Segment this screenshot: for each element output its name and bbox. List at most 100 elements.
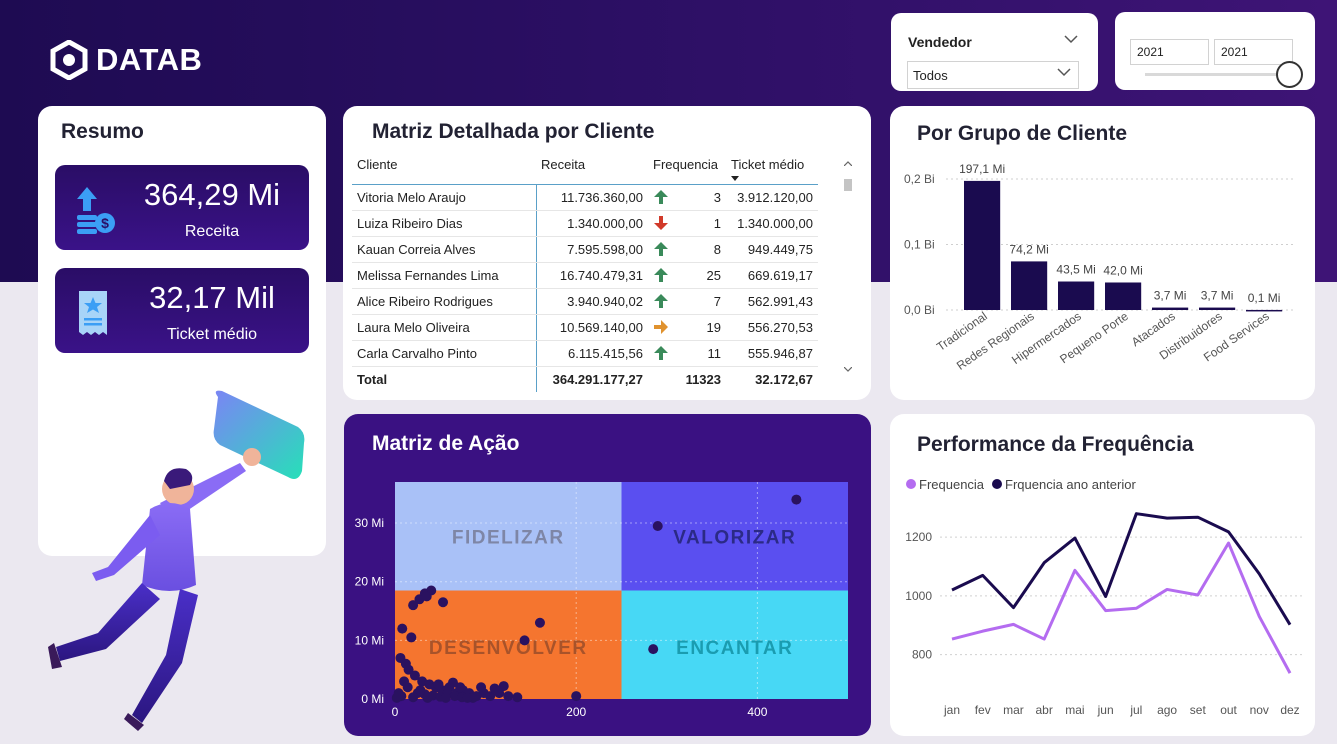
table-row[interactable]: Luiza Ribeiro Dias 1.340.000,00 1 1.340.000… [352, 210, 818, 237]
table-row[interactable]: Laura Melo Oliveira 10.569.140,00 19 556.27… [352, 314, 818, 341]
kpi-receita-label: Receita [184, 223, 240, 240]
y-tick-label: 0,1 Bi [904, 238, 935, 252]
table-row[interactable]: Vitoria Melo Araujo 11.736.360,00 3 3.912.1… [352, 184, 818, 211]
total-frequencia: 11323 [685, 371, 721, 387]
year-slider-handle[interactable] [1276, 61, 1303, 88]
table-row[interactable]: Kauan Correia Alves 7.595.598,00 8 949.449,… [352, 236, 818, 263]
grupo-bar-chart: 0,0 Bi0,1 Bi0,2 Bi197,1 MiTradicional74,… [904, 162, 1295, 373]
x-tick-label: Redes Regionais [954, 309, 1037, 373]
scatter-point [534, 617, 545, 628]
scatter-point [408, 692, 419, 703]
column-header-cliente[interactable]: Cliente [352, 154, 536, 184]
cell-receita: 11.736.360,00 [536, 184, 648, 211]
client-table: Cliente Receita Frequencia Ticket médio … [352, 154, 818, 392]
cell-ticket: 1.340.000,00 [726, 210, 818, 237]
bar [1011, 261, 1048, 310]
vendedor-label: Vendedor [908, 34, 972, 50]
grupo-cliente-card: Por Grupo de Cliente 0,0 Bi 0,1 Bi 0,2 Bi 1… [890, 106, 1315, 400]
kpi-ticket-label: Ticket médio [166, 326, 258, 343]
series-line [951, 541, 1292, 674]
legend-label: Frquencia ano anterior [1005, 477, 1136, 492]
trend-right-icon [654, 320, 668, 334]
scatter-point [406, 632, 417, 643]
column-header-frequencia[interactable]: Frequencia [648, 154, 726, 184]
trend-up-icon [654, 268, 668, 282]
svg-text:$: $ [101, 215, 109, 231]
table-row[interactable]: Alice Ribeiro Rodrigues 3.940.940,02 7 562.… [352, 288, 818, 315]
frequencia-value: 25 [706, 267, 721, 283]
scatter-point [498, 681, 509, 692]
cell-receita: 3.940.940,02 [536, 288, 648, 315]
x-tick-label: abr [1036, 703, 1053, 717]
kpi-receita-value: 364,29 Mi [143, 177, 281, 212]
table-row[interactable]: Melissa Fernandes Lima 16.740.479,31 25 669… [352, 262, 818, 289]
y-tick-label: 20 Mi [355, 575, 384, 589]
x-tick-label: set [1190, 703, 1207, 717]
person-pointing-illustration [48, 390, 305, 731]
cell-receita: 6.115.415,56 [536, 340, 648, 367]
scatter-point [397, 623, 408, 634]
matriz-detalhada-title: Matriz Detalhada por Cliente [372, 120, 655, 143]
frequencia-value: 19 [706, 319, 721, 335]
scatter-point [648, 644, 659, 655]
collapse-chevron-icon[interactable] [1064, 35, 1078, 44]
trend-up-icon [654, 242, 668, 256]
y-tick-label: 10 Mi [355, 633, 384, 647]
chevron-down-icon [1057, 68, 1071, 77]
scatter-point [489, 683, 500, 694]
bar-data-label: 42,0 Mi [1103, 263, 1142, 277]
scatter-point [440, 692, 451, 703]
freq-line-chart: 800 1000 1200 jan fev mar abr mai jun jul ago set ou… [905, 477, 1302, 717]
table-total-row: Total 364.291.177,27 11323 32.172,67 [352, 366, 818, 392]
cell-cliente: Kauan Correia Alves [352, 236, 537, 263]
year-range-slicer: 2021 2021 [1115, 12, 1315, 90]
vendedor-dropdown[interactable]: Todos [907, 61, 1079, 89]
scatter-point [422, 692, 433, 703]
legend-marker [906, 479, 916, 489]
table-row[interactable]: Carla Carvalho Pinto 6.115.415,56 11 555.94… [352, 340, 818, 367]
scatter-point [503, 691, 514, 702]
trend-up-icon [654, 294, 668, 308]
y-tick-label: 800 [912, 648, 932, 662]
scrollbar-thumb[interactable] [844, 179, 852, 191]
column-header-receita[interactable]: Receita [536, 154, 648, 184]
scatter-point [512, 692, 523, 703]
scatter-point [462, 692, 473, 703]
bar-data-label: 3,7 Mi [1154, 289, 1187, 303]
scroll-up-icon[interactable] [844, 161, 852, 166]
cell-ticket: 562.991,43 [726, 288, 818, 315]
scatter-point [791, 494, 802, 505]
trend-up-icon [654, 346, 668, 360]
frequencia-card: Performance da Frequência 800 1000 1200 jan… [890, 414, 1315, 736]
total-ticket: 32.172,67 [755, 371, 813, 387]
cell-receita: 7.595.598,00 [536, 236, 648, 263]
bar-data-label: 43,5 Mi [1056, 263, 1095, 277]
trend-down-icon [654, 216, 668, 230]
bar-data-label: 74,2 Mi [1009, 242, 1048, 256]
scatter-point [571, 691, 582, 702]
receipt-icon [79, 291, 107, 335]
scroll-down-icon[interactable] [844, 367, 852, 372]
y-tick-label: 0 Mi [361, 692, 384, 706]
year-start-input[interactable]: 2021 [1130, 39, 1209, 65]
trend-up-icon [654, 190, 668, 204]
quadrant-label: FIDELIZAR [452, 527, 565, 548]
table-scrollbar[interactable] [843, 153, 853, 381]
scatter-point [421, 591, 432, 602]
vendedor-slicer: Vendedor Todos [891, 13, 1098, 91]
column-header-ticket[interactable]: Ticket médio [726, 154, 818, 184]
kpi-ticket-value: 32,17 Mil [149, 280, 275, 315]
cell-frequencia: 25 [648, 262, 726, 289]
quadrant-label: ENCANTAR [676, 638, 793, 659]
y-tick-label: 0,0 Bi [904, 303, 935, 317]
cell-cliente: Melissa Fernandes Lima [352, 262, 537, 289]
x-tick-label: jun [1097, 703, 1114, 717]
year-slider-track[interactable] [1145, 73, 1295, 76]
x-tick-label: mar [1003, 703, 1024, 717]
year-end-input[interactable]: 2021 [1214, 39, 1293, 65]
y-tick-label: 1000 [905, 589, 932, 603]
cell-frequencia: 19 [648, 314, 726, 341]
ticket-header-label: Ticket médio [731, 157, 805, 172]
scatter-point [438, 597, 449, 608]
frequencia-value: 8 [713, 241, 721, 257]
